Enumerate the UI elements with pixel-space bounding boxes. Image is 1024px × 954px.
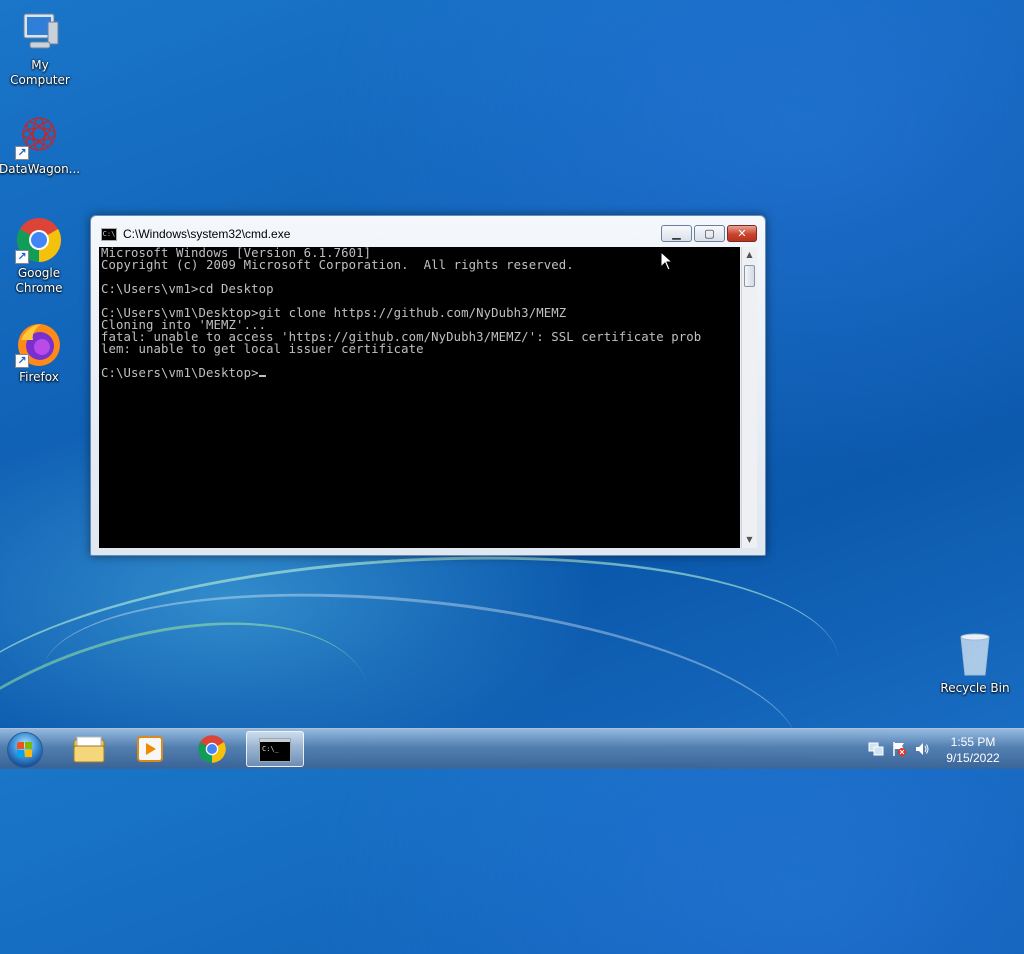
console-prompt: C:\Users\vm1\Desktop> — [101, 366, 259, 380]
firefox-icon: ↗ — [15, 320, 63, 368]
console-prompt-line[interactable]: C:\Users\vm1\Desktop> — [99, 367, 740, 379]
taskbar-clock[interactable]: 1:55 PM 9/15/2022 — [936, 734, 1010, 766]
close-button[interactable]: ✕ — [727, 225, 757, 242]
computer-icon — [16, 8, 64, 56]
recycle-bin-icon — [951, 631, 999, 679]
wallpaper-streak — [30, 560, 810, 863]
desktop-icon-label: Recycle Bin — [940, 681, 1010, 695]
window-title: C:\Windows\system32\cmd.exe — [123, 227, 291, 241]
network-icon[interactable] — [868, 741, 884, 757]
desktop-icon-recycle-bin[interactable]: Recycle Bin — [935, 631, 1015, 696]
text-cursor — [258, 375, 266, 377]
start-button[interactable] — [7, 732, 43, 768]
windows-start-icon — [17, 742, 33, 758]
desktop-icon-label: My Computer — [10, 58, 70, 87]
clock-time: 1:55 PM — [950, 735, 996, 749]
desktop-icon-firefox[interactable]: ↗ Firefox — [0, 320, 79, 385]
taskbar-media-player[interactable] — [120, 731, 178, 767]
scroll-up-arrow-icon[interactable]: ▲ — [742, 247, 757, 263]
shortcut-arrow-icon: ↗ — [15, 354, 29, 368]
maximize-button[interactable]: ▢ — [694, 225, 725, 242]
clock-date: 9/15/2022 — [946, 751, 1000, 765]
mouse-pointer-icon — [660, 251, 674, 271]
desktop-icon-google-chrome[interactable]: ↗ Google Chrome — [0, 216, 79, 296]
console-line: lem: unable to get local issuer certific… — [101, 342, 424, 356]
desktop-icon-datawagon[interactable]: ↗ DataWagon... — [0, 112, 81, 177]
minimize-icon: ▁ — [672, 227, 681, 240]
console-output[interactable]: Microsoft Windows [Version 6.1.7601] Cop… — [99, 247, 740, 548]
desktop-icon-label: Firefox — [19, 370, 59, 384]
media-player-icon — [137, 736, 163, 762]
taskbar-file-explorer[interactable] — [60, 731, 118, 767]
taskbar-cmd[interactable]: C:\_ — [246, 731, 304, 767]
scroll-thumb[interactable] — [744, 265, 755, 287]
volume-icon[interactable] — [914, 741, 930, 757]
file-explorer-icon — [73, 736, 105, 763]
taskbar-chrome[interactable] — [183, 731, 241, 767]
chrome-icon: ↗ — [15, 216, 63, 264]
datawagon-icon: ↗ — [15, 112, 63, 160]
console-line: C:\Users\vm1>cd Desktop — [101, 282, 274, 296]
close-icon: ✕ — [737, 227, 747, 240]
vertical-scrollbar[interactable]: ▲ ▼ — [741, 247, 757, 548]
scroll-down-arrow-icon[interactable]: ▼ — [742, 532, 757, 548]
maximize-icon: ▢ — [704, 227, 715, 240]
action-center-icon[interactable] — [891, 741, 907, 757]
shortcut-arrow-icon: ↗ — [15, 250, 29, 264]
cmd-icon: C:\_ — [259, 738, 291, 762]
desktop-icon-my-computer[interactable]: My Computer — [0, 8, 80, 88]
svg-text:C:\_: C:\_ — [262, 745, 280, 753]
desktop-icon-label: DataWagon... — [0, 162, 81, 176]
taskbar: C:\_ 1:55 PM 9/15/2022 — [0, 728, 1024, 769]
wallpaper-streak — [0, 528, 849, 855]
chrome-icon — [198, 735, 226, 763]
console-line: Copyright (c) 2009 Microsoft Corporation… — [101, 258, 574, 272]
minimize-button[interactable]: ▁ — [661, 225, 692, 242]
shortcut-arrow-icon: ↗ — [15, 146, 29, 160]
window-title-bar[interactable]: C:\ C:\Windows\system32\cmd.exe — [101, 226, 290, 242]
desktop-icon-label: Google Chrome — [15, 266, 63, 295]
cmd-icon: C:\ — [101, 227, 117, 241]
